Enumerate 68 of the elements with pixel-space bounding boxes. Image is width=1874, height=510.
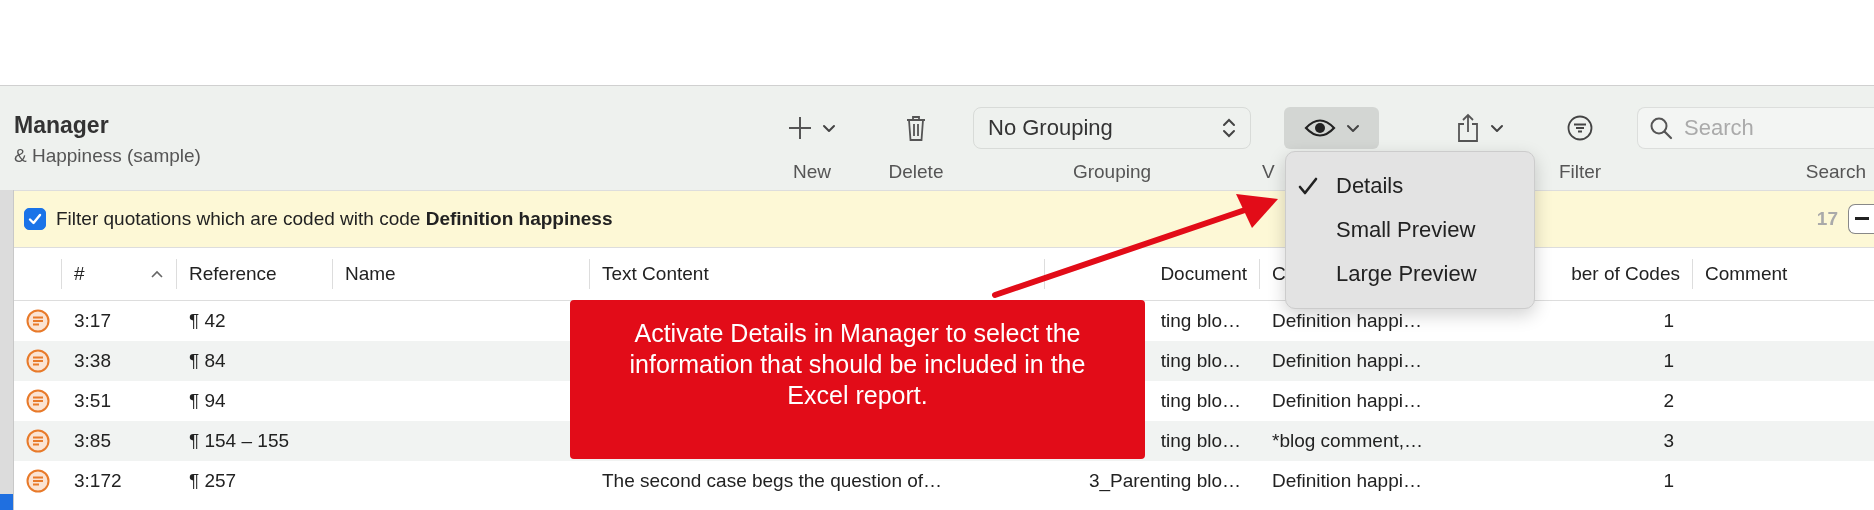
column-header[interactable]: # bbox=[61, 259, 176, 289]
plus-icon bbox=[788, 116, 812, 140]
column-header[interactable]: Name bbox=[332, 259, 589, 289]
table-cell: 3_Parenting blo… bbox=[1088, 470, 1241, 491]
column-header[interactable]: Text Content bbox=[589, 259, 1044, 289]
table-cell: 3 bbox=[1663, 430, 1674, 451]
chevron-icon bbox=[1489, 123, 1504, 133]
table-cell: ting blo… bbox=[1160, 350, 1241, 371]
table-cell: Definition happi… bbox=[1272, 310, 1422, 331]
table-cell: The second case begs the question of… bbox=[602, 470, 943, 491]
toolbar-label: Search bbox=[1805, 161, 1866, 183]
toolbar-label: Grouping bbox=[1072, 161, 1152, 183]
table-cell: 2 bbox=[1663, 390, 1674, 411]
table-cell: 3:172 bbox=[74, 470, 122, 491]
table-cell: Definition happi… bbox=[1272, 390, 1422, 411]
toolbar-label: Filter bbox=[1558, 161, 1602, 183]
toolbar-label: V bbox=[1262, 161, 1275, 183]
minus-icon bbox=[1854, 217, 1869, 221]
table-cell: 3:38 bbox=[74, 350, 111, 371]
table-cell: 1 bbox=[1663, 310, 1674, 331]
table-cell: *blog comment,… bbox=[1272, 430, 1423, 451]
checkbox[interactable] bbox=[24, 208, 46, 230]
table-cell: 3:17 bbox=[74, 310, 111, 331]
table-cell: 3:85 bbox=[74, 430, 111, 451]
toolbar-label: New bbox=[793, 161, 831, 183]
column-header[interactable]: Comment bbox=[1692, 259, 1873, 289]
table-cell: ting blo… bbox=[1160, 430, 1241, 451]
window-title: Manager bbox=[14, 112, 110, 139]
quotation-icon bbox=[25, 469, 50, 493]
quotation-icon bbox=[25, 309, 50, 333]
checkmark-icon bbox=[27, 211, 43, 227]
table-cell: ting blo… bbox=[1160, 390, 1241, 411]
search-icon bbox=[1649, 116, 1673, 140]
quotation-icon bbox=[25, 429, 50, 453]
annotation-callout: Activate Details in Manager to select the information that should be included in the Excel report. bbox=[570, 300, 1145, 459]
table-cell: ¶ 94 bbox=[189, 390, 226, 411]
filter-description: Filter quotations which are coded with code Definition happiness bbox=[56, 208, 613, 230]
grouping-dropdown[interactable]: No Grouping bbox=[973, 107, 1251, 149]
table-cell: ¶ 84 bbox=[189, 350, 226, 371]
table-cell: 3:51 bbox=[74, 390, 111, 411]
table-cell: ting blo… bbox=[1160, 310, 1241, 331]
table-cell: ¶ 257 bbox=[189, 470, 237, 491]
table-cell: ¶ 42 bbox=[189, 310, 226, 331]
filter-icon bbox=[1567, 115, 1593, 141]
remove-filter-button[interactable] bbox=[1848, 204, 1874, 234]
result-count: 17 bbox=[1816, 208, 1838, 230]
view-button[interactable] bbox=[1284, 107, 1379, 149]
trash-icon bbox=[905, 114, 927, 142]
table-cell: 1 bbox=[1663, 350, 1674, 371]
share-icon bbox=[1455, 113, 1480, 143]
column-header[interactable]: Document bbox=[1044, 259, 1259, 289]
toolbar-label: Delete bbox=[888, 161, 944, 183]
quotation-icon bbox=[25, 349, 50, 373]
table-cell: Definition happi… bbox=[1272, 470, 1422, 491]
search-field[interactable]: Search bbox=[1637, 107, 1874, 149]
column-header[interactable]: Reference bbox=[176, 259, 332, 289]
menu-item[interactable]: Small Preview bbox=[1286, 208, 1534, 252]
table-cell: ¶ 154 – 155 bbox=[189, 430, 289, 451]
checkmark-icon bbox=[1298, 177, 1318, 195]
table-cell: Definition happi… bbox=[1272, 350, 1422, 371]
table-cell: 1 bbox=[1663, 470, 1674, 491]
quotation-icon bbox=[25, 389, 50, 413]
window-subtitle: & Happiness (sample) bbox=[14, 145, 202, 167]
updown-icon bbox=[1222, 117, 1236, 139]
menu-item[interactable]: Details bbox=[1286, 164, 1534, 208]
eye-icon bbox=[1303, 117, 1336, 139]
chevron-icon bbox=[1345, 123, 1360, 133]
chevron-icon bbox=[822, 123, 836, 133]
